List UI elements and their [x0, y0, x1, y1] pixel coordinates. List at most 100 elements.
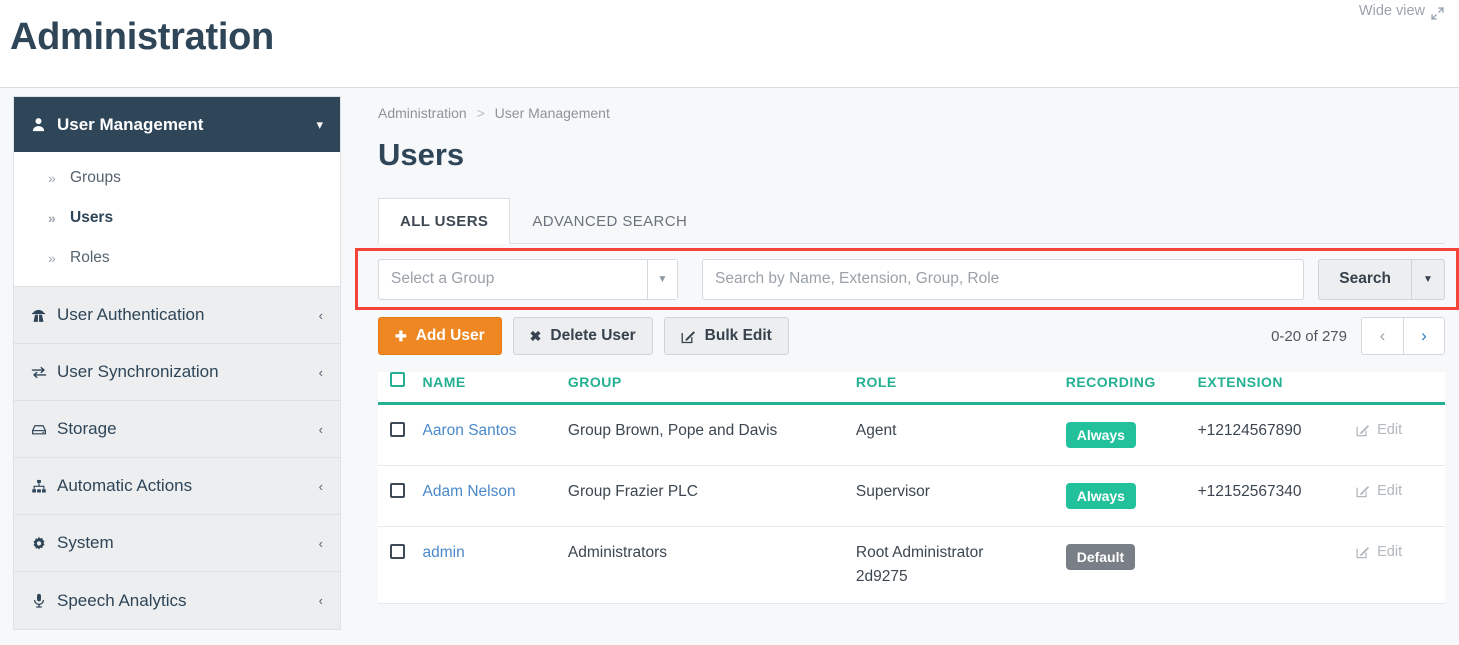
- wide-view-toggle[interactable]: Wide view: [1358, 3, 1445, 21]
- group-select-value: Select a Group: [391, 270, 495, 287]
- status-badge: Always: [1065, 483, 1136, 509]
- sidebar-item-users[interactable]: » Users: [14, 198, 340, 238]
- sidebar-item-speech-analytics[interactable]: Speech Analytics ‹: [14, 572, 340, 629]
- sidebar-subitem-label: Users: [70, 209, 114, 226]
- edit-label: Edit: [1377, 483, 1403, 499]
- admin-users-page: Administration Wide view User Management: [0, 0, 1459, 645]
- cell-recording: Default: [1065, 526, 1198, 604]
- row-select-cell: [378, 465, 423, 527]
- tab-label: ADVANCED SEARCH: [532, 212, 688, 230]
- gear-icon: [31, 536, 57, 551]
- search-dropdown-toggle[interactable]: ▼: [1411, 258, 1445, 300]
- sidebar-item-groups[interactable]: » Groups: [14, 158, 340, 198]
- search-input[interactable]: [702, 258, 1305, 300]
- sidebar-item-system[interactable]: System ‹: [14, 515, 340, 572]
- column-header-actions: [1356, 372, 1445, 405]
- cell-group: Group Frazier PLC: [567, 465, 856, 527]
- column-header-group[interactable]: GROUP: [567, 372, 856, 405]
- microphone-icon: [31, 593, 57, 608]
- sidebar-item-label: Automatic Actions: [57, 476, 193, 495]
- section-title: Users: [378, 137, 465, 172]
- sidebar-item-label: User Synchronization: [57, 362, 219, 381]
- chevron-left-icon: ‹: [1379, 326, 1386, 345]
- pencil-square-icon: [1356, 545, 1370, 559]
- pagination-prev-button[interactable]: ‹: [1361, 317, 1403, 355]
- pagination-range: 0-20 of 279: [1271, 327, 1347, 345]
- table-row: admin Administrators Root Administrator …: [378, 526, 1445, 604]
- sidebar-item-label: Storage: [57, 419, 117, 438]
- pencil-square-icon: [1356, 484, 1370, 498]
- bulk-edit-button[interactable]: Bulk Edit: [663, 317, 789, 355]
- edit-button[interactable]: Edit: [1356, 483, 1445, 499]
- tab-advanced-search[interactable]: ADVANCED SEARCH: [510, 198, 709, 244]
- group-select[interactable]: Select a Group ▼: [378, 258, 678, 300]
- chevron-left-icon: ‹: [318, 364, 323, 380]
- column-header-recording[interactable]: RECORDING: [1065, 372, 1198, 405]
- cell-actions: Edit: [1356, 465, 1445, 527]
- bulk-edit-label: Bulk Edit: [704, 327, 772, 344]
- breadcrumb-root[interactable]: Administration: [378, 105, 467, 121]
- top-bar: Administration Wide view: [0, 0, 1459, 88]
- cell-role: Agent: [855, 403, 1066, 466]
- wide-view-label: Wide view: [1358, 3, 1425, 19]
- table-row: Aaron Santos Group Brown, Pope and Davis…: [378, 403, 1445, 466]
- table-header-row: NAME GROUP ROLE RECORDING EXTENSION: [378, 372, 1445, 405]
- row-checkbox[interactable]: [390, 422, 405, 437]
- cell-role: Root Administrator 2d9275: [855, 526, 1066, 604]
- chevron-left-icon: ‹: [318, 421, 323, 437]
- sidebar-subitem-label: Groups: [70, 169, 121, 186]
- edit-button[interactable]: Edit: [1356, 422, 1445, 438]
- tab-all-users[interactable]: ALL USERS: [378, 198, 511, 244]
- cell-role: Supervisor: [855, 465, 1066, 527]
- cell-extension: [1197, 526, 1357, 604]
- user-secret-icon: [31, 308, 57, 323]
- sidebar-item-automatic-actions[interactable]: Automatic Actions ‹: [14, 458, 340, 515]
- sidebar-item-storage[interactable]: Storage ‹: [14, 401, 340, 458]
- edit-button[interactable]: Edit: [1356, 544, 1445, 560]
- breadcrumb-separator: >: [476, 105, 485, 121]
- sidebar-item-user-authentication[interactable]: User Authentication ‹: [14, 287, 340, 344]
- expand-arrows-icon: [1430, 6, 1445, 21]
- row-checkbox[interactable]: [390, 483, 405, 498]
- cell-extension: +12152567340: [1197, 465, 1357, 527]
- sidebar-item-user-management[interactable]: User Management ▾: [14, 97, 340, 152]
- pencil-square-icon: [1356, 423, 1370, 437]
- cell-group: Administrators: [567, 526, 856, 604]
- role-secondary: 2d9275: [855, 568, 908, 585]
- sidebar-item-roles[interactable]: » Roles: [14, 238, 340, 278]
- sidebar-group-label: User Management: [57, 114, 204, 134]
- breadcrumb: Administration > User Management: [378, 96, 1445, 121]
- search-button-group: Search ▼: [1318, 258, 1445, 300]
- chevron-left-icon: ‹: [318, 478, 323, 494]
- plus-icon: ✚: [395, 327, 407, 344]
- tab-label: ALL USERS: [400, 212, 489, 230]
- pagination-next-button[interactable]: ›: [1403, 317, 1445, 355]
- select-all-checkbox[interactable]: [390, 372, 405, 387]
- user-link[interactable]: Adam Nelson: [423, 483, 516, 500]
- delete-user-button[interactable]: ✖ Delete User: [512, 317, 653, 355]
- column-header-role[interactable]: ROLE: [855, 372, 1066, 405]
- sidebar-item-label: Speech Analytics: [57, 590, 187, 610]
- search-row: Select a Group ▼ Search ▼: [378, 258, 1445, 300]
- column-header-extension[interactable]: EXTENSION: [1197, 372, 1357, 405]
- status-badge: Default: [1065, 544, 1136, 570]
- user-link[interactable]: admin: [423, 544, 465, 561]
- sidebar-item-user-synchronization[interactable]: User Synchronization ‹: [14, 344, 340, 401]
- page-title: Administration: [10, 16, 274, 58]
- tab-strip: ALL USERS ADVANCED SEARCH: [378, 197, 1445, 244]
- add-user-button[interactable]: ✚ Add User: [378, 317, 502, 355]
- row-select-cell: [378, 526, 423, 604]
- sidebar-subnav: » Groups » Users » Roles: [14, 152, 340, 287]
- column-header-name[interactable]: NAME: [422, 372, 568, 405]
- sidebar-subitem-label: Roles: [70, 249, 110, 266]
- search-row-wrapper: Select a Group ▼ Search ▼: [355, 248, 1459, 310]
- add-user-label: Add User: [415, 327, 485, 344]
- search-button[interactable]: Search: [1318, 258, 1411, 300]
- chevron-down-icon: ▾: [316, 116, 323, 132]
- user-link[interactable]: Aaron Santos: [423, 422, 517, 439]
- row-checkbox[interactable]: [390, 544, 405, 559]
- action-row: ✚ Add User ✖ Delete User Bulk Edit 0-20 …: [378, 317, 1445, 355]
- cell-name: admin: [422, 526, 568, 604]
- sitemap-icon: [31, 479, 57, 494]
- breadcrumb-current[interactable]: User Management: [495, 105, 610, 121]
